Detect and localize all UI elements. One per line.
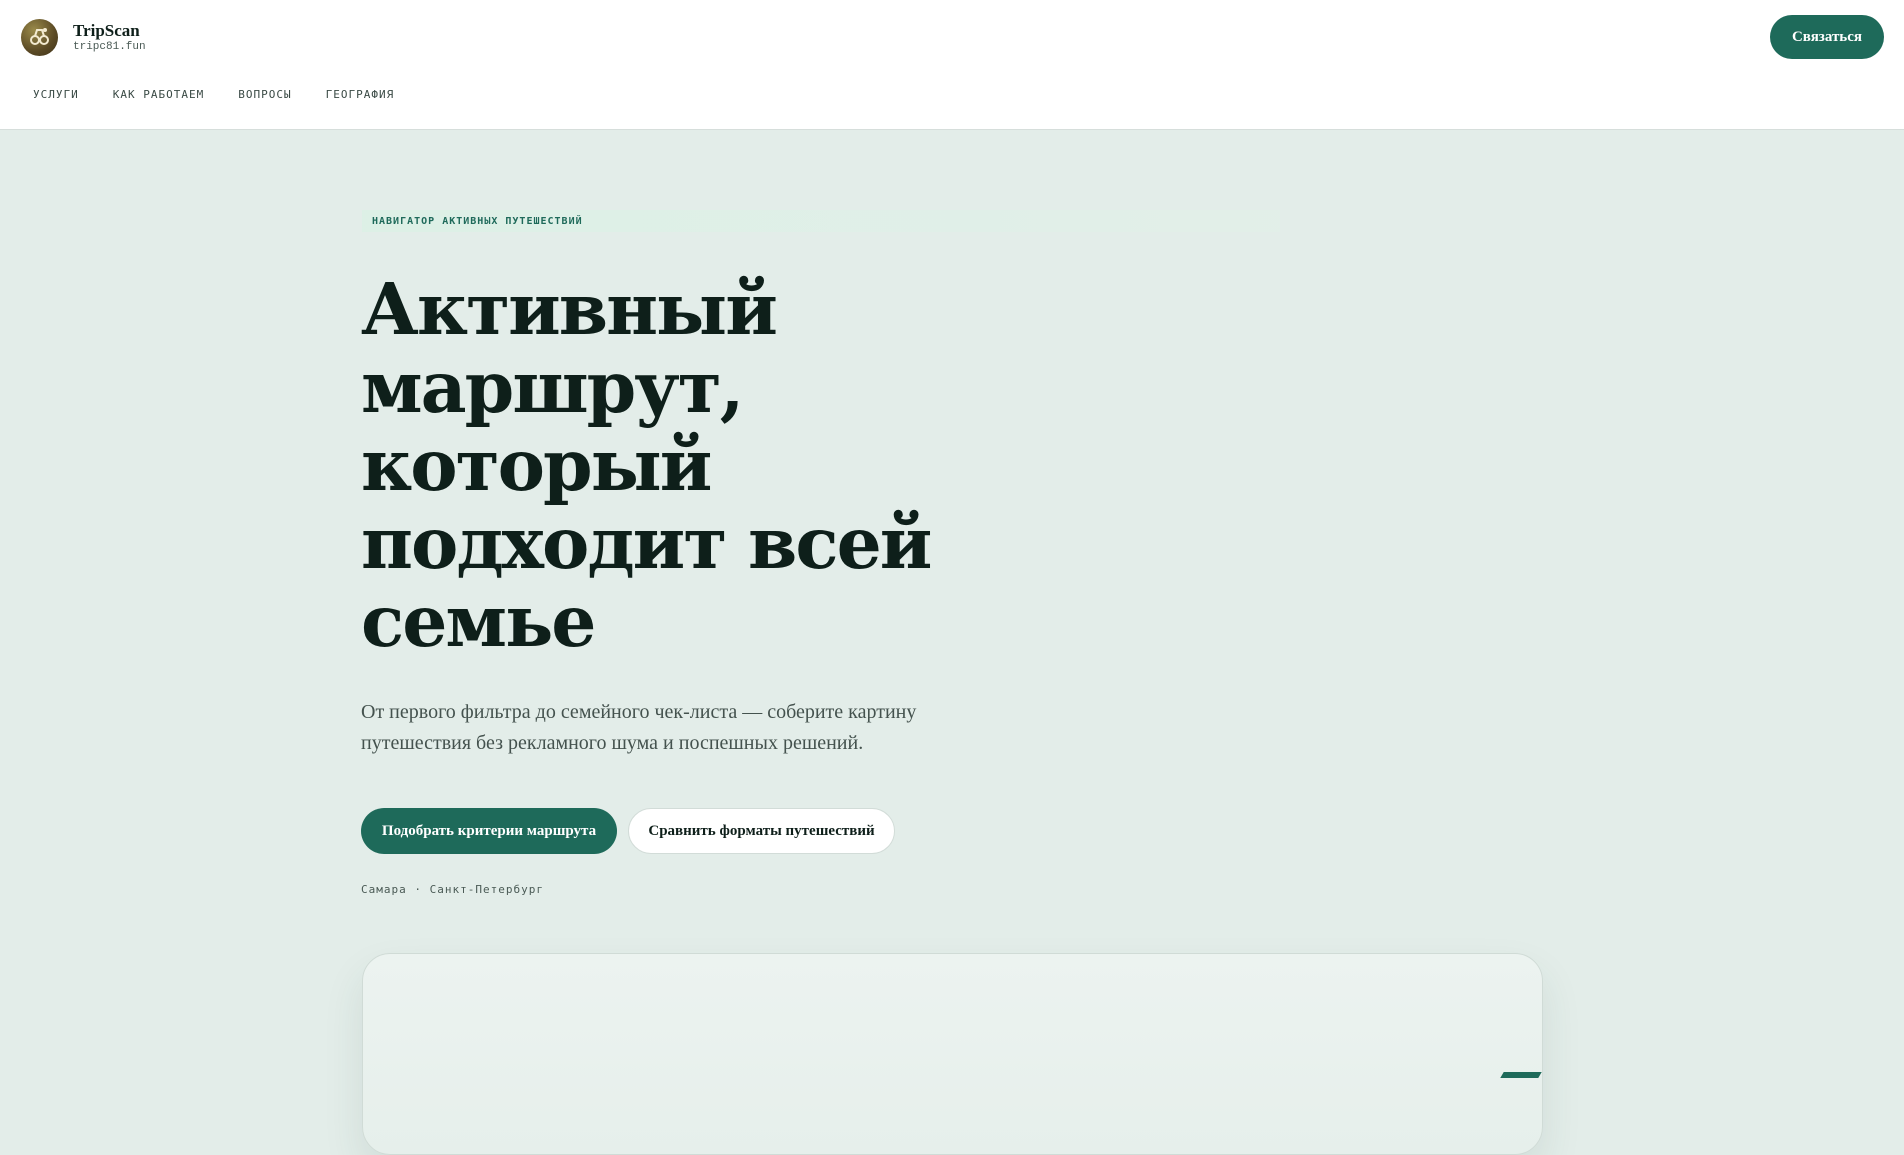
cities-list: Самара · Санкт-Петербург bbox=[361, 883, 544, 896]
brand-name[interactable]: TripScan bbox=[73, 21, 140, 41]
compare-formats-button[interactable]: Сравнить форматы путешествий bbox=[628, 808, 895, 854]
contact-button[interactable]: Связаться bbox=[1770, 15, 1884, 59]
eyebrow-text: НАВИГАТОР АКТИВНЫХ ПУТЕШЕСТВИЙ bbox=[372, 216, 583, 227]
nav-item-faq[interactable]: ВОПРОСЫ bbox=[238, 88, 291, 101]
hero-subtitle: От первого фильтра до семейного чек-лист… bbox=[361, 701, 917, 754]
binoculars-icon[interactable] bbox=[21, 19, 58, 56]
hero-title-line: Активный bbox=[361, 267, 778, 351]
hero-title-line: маршрут, bbox=[361, 345, 744, 429]
eyebrow-badge: НАВИГАТОР АКТИВНЫХ ПУТЕШЕСТВИЙ bbox=[362, 210, 1280, 232]
main-nav: УСЛУГИ КАК РАБОТАЕМ ВОПРОСЫ ГЕОГРАФИЯ bbox=[33, 88, 428, 101]
hero-title-line: подходит всей bbox=[361, 501, 932, 585]
pick-route-criteria-button[interactable]: Подобрать критерии маршрута bbox=[361, 808, 617, 854]
hero-title-line: семье bbox=[361, 579, 596, 663]
nav-item-geography[interactable]: ГЕОГРАФИЯ bbox=[326, 88, 395, 101]
nav-item-how-we-work[interactable]: КАК РАБОТАЕМ bbox=[113, 88, 204, 101]
preview-card bbox=[362, 953, 1543, 1155]
nav-item-services[interactable]: УСЛУГИ bbox=[33, 88, 79, 101]
hero-title-line: который bbox=[361, 423, 712, 507]
hero-title: Активный маршрут, который подходит всей … bbox=[361, 270, 1001, 660]
brand-domain: tripc81.fun bbox=[73, 41, 146, 53]
site-header: TripScan tripc81.fun УСЛУГИ КАК РАБОТАЕМ… bbox=[0, 0, 1904, 130]
card-accent-mark bbox=[1500, 1072, 1542, 1078]
